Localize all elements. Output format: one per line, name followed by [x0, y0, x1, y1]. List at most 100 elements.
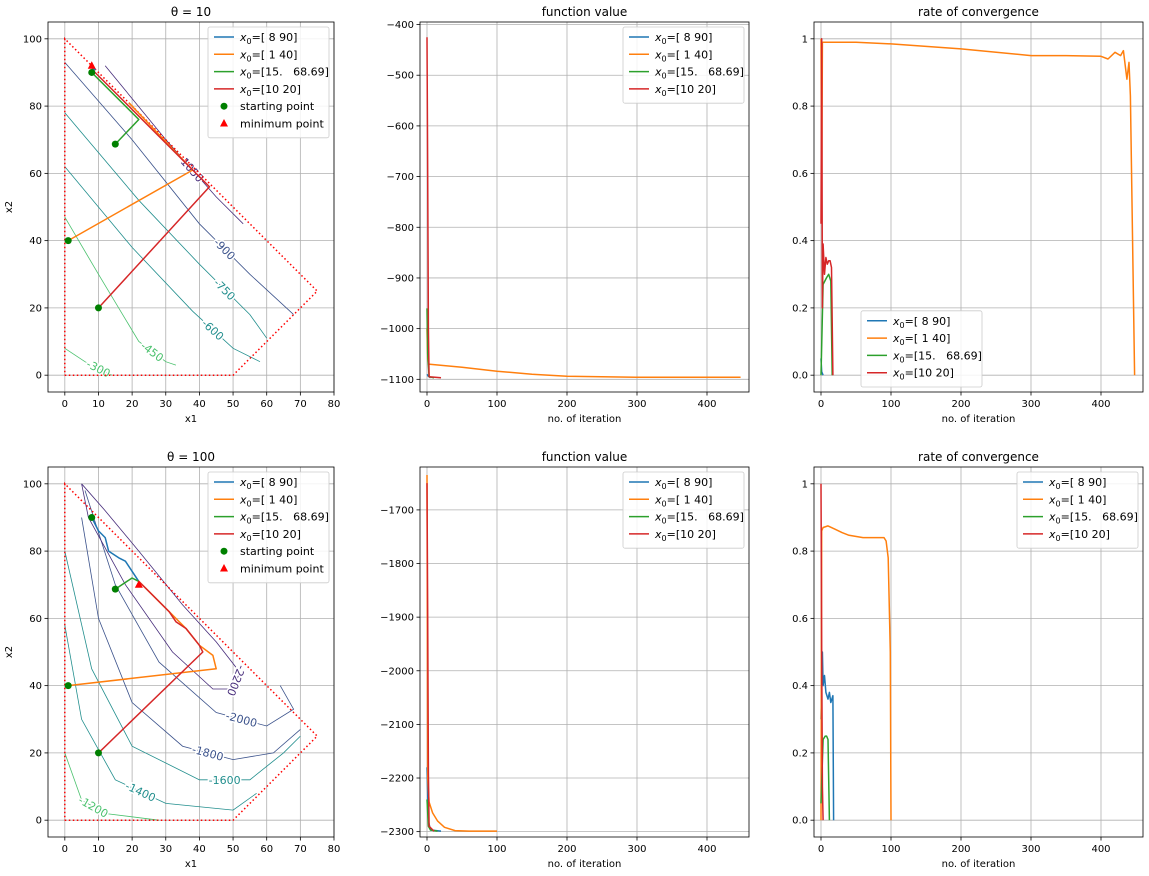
x-tick-label: 100 [487, 844, 506, 855]
y-tick-label: 60 [29, 614, 42, 625]
x-axis-label: no. of iteration [942, 414, 1016, 425]
legend-circle-swatch [220, 547, 228, 555]
x-tick-label: 20 [126, 399, 139, 410]
starting-point-marker [94, 304, 102, 312]
x-tick-label: 200 [557, 844, 576, 855]
chart-panel-5: 0 100 200 300 400 −2300 −2200 −2100 −2000 −1900 −1… [380, 450, 750, 870]
x-tick-label: 0 [818, 844, 824, 855]
y-tick-label: −2300 [380, 827, 414, 838]
legend: x0=[ 8 90]x0=[ 1 40]x0=[15. 68.69]x0=[10… [1016, 471, 1139, 549]
x-axis-label: no. of iteration [548, 414, 622, 425]
x-tick-label: 200 [951, 844, 970, 855]
chart-title: θ = 10 [171, 5, 211, 19]
x-tick-label: 100 [881, 844, 900, 855]
y-tick-label: −400 [387, 20, 414, 31]
x-tick-label: 100 [487, 399, 506, 410]
x-tick-label: 70 [294, 399, 307, 410]
chart-panel-1: -300-450-600-750-900-10500 10 20 30 40 50 60 70… [4, 5, 340, 425]
y-tick-label: 80 [29, 547, 42, 558]
x-tick-label: 40 [193, 844, 206, 855]
x-tick-label: 200 [557, 399, 576, 410]
x-tick-label: 300 [627, 399, 646, 410]
chart-panel-6: 0 100 200 300 400 0.0 0.2 0.4 0.6 0.8 1 rate of con… [792, 450, 1144, 870]
x-axis-label: x1 [185, 414, 197, 425]
starting-point-marker [111, 585, 119, 593]
x-tick-label: 60 [260, 844, 273, 855]
x-tick-label: 0 [62, 399, 68, 410]
legend-label: x0=[15. 68.69] [239, 66, 329, 81]
x-tick-label: 100 [881, 399, 900, 410]
chart-panel-2: 0 100 200 300 400 −1100 −1000 −900 −800 −700 −600 −… [380, 5, 750, 425]
starting-point-marker [94, 749, 102, 757]
y-tick-label: 0.6 [792, 614, 808, 625]
starting-point-marker [64, 682, 72, 690]
x-tick-label: 0 [818, 399, 824, 410]
x-tick-label: 300 [1021, 399, 1040, 410]
legend-label: minimum point [240, 118, 324, 131]
legend-circle-swatch [220, 102, 228, 110]
x-tick-label: 80 [328, 844, 341, 855]
y-tick-label: −700 [387, 172, 414, 183]
x-tick-label: 80 [328, 399, 341, 410]
legend-label: x0=[15. 68.69] [1048, 511, 1138, 526]
y-tick-label: −1100 [380, 375, 414, 386]
y-tick-label: 0.0 [792, 816, 808, 827]
starting-point-marker [88, 68, 96, 76]
y-tick-label: −2000 [380, 666, 414, 677]
y-tick-label: 40 [29, 681, 42, 692]
y-tick-label: 0.4 [792, 236, 808, 247]
x-tick-label: 10 [92, 399, 105, 410]
y-tick-label: 0.8 [792, 547, 808, 558]
x-tick-label: 400 [1091, 399, 1110, 410]
y-tick-label: 40 [29, 236, 42, 247]
y-tick-label: −1000 [380, 324, 414, 335]
legend-label: minimum point [240, 563, 324, 576]
y-tick-label: −1700 [380, 505, 414, 516]
legend: x0=[ 8 90]x0=[ 1 40]x0=[15. 68.69]x0=[10… [860, 310, 983, 388]
legend-label: starting point [240, 100, 315, 113]
y-tick-label: 0 [36, 371, 42, 382]
x-tick-label: 20 [126, 844, 139, 855]
y-tick-label: −1800 [380, 559, 414, 570]
chart-title: function value [542, 5, 628, 19]
legend-label: x0=[15. 68.69] [239, 511, 329, 526]
chart-title: function value [542, 450, 628, 464]
y-tick-label: 0.4 [792, 681, 808, 692]
y-tick-label: −600 [387, 121, 414, 132]
y-tick-label: 100 [23, 479, 42, 490]
y-tick-label: −500 [387, 71, 414, 82]
x-tick-label: 40 [193, 399, 206, 410]
legend-label: x0=[15. 68.69] [892, 349, 982, 364]
figure-canvas: -300-450-600-750-900-10500 10 20 30 40 50 60 70… [4, 5, 1144, 870]
y-tick-label: 100 [23, 34, 42, 45]
x-tick-label: 0 [62, 844, 68, 855]
y-tick-label: 0.2 [792, 748, 808, 759]
x-tick-label: 30 [159, 844, 172, 855]
legend-label: x0=[15. 68.69] [654, 511, 744, 526]
x-tick-label: 200 [951, 399, 970, 410]
x-tick-label: 0 [424, 844, 430, 855]
y-tick-label: 0.8 [792, 102, 808, 113]
y-tick-label: 80 [29, 102, 42, 113]
y-tick-label: 1 [802, 34, 808, 45]
chart-panel-4: -1200-1400 -1600-1800-2000-22000 10 20 30 40 5… [4, 450, 340, 870]
y-tick-label: 1 [802, 479, 808, 490]
chart-panel-3: 0 100 200 300 400 0.0 0.2 0.4 0.6 0.8 1 rate of con… [792, 5, 1144, 425]
y-tick-label: 20 [29, 748, 42, 759]
y-axis-label: x2 [4, 201, 15, 213]
x-tick-label: 400 [1091, 844, 1110, 855]
chart-title: rate of convergence [918, 5, 1039, 19]
legend: x0=[ 8 90]x0=[ 1 40]x0=[15. 68.69]x0=[10… [622, 471, 745, 549]
x-tick-label: 300 [627, 844, 646, 855]
x-tick-label: 0 [424, 399, 430, 410]
y-tick-label: −900 [387, 273, 414, 284]
x-tick-label: 70 [294, 844, 307, 855]
chart-title: rate of convergence [918, 450, 1039, 464]
legend: x0=[ 8 90]x0=[ 1 40]x0=[15. 68.69]x0=[10… [207, 26, 330, 139]
y-tick-label: 0.6 [792, 169, 808, 180]
y-tick-label: −2100 [380, 720, 414, 731]
y-tick-label: 0 [36, 816, 42, 827]
x-axis-label: x1 [185, 859, 197, 870]
y-axis-label: x2 [4, 646, 15, 658]
y-tick-label: −1900 [380, 613, 414, 624]
